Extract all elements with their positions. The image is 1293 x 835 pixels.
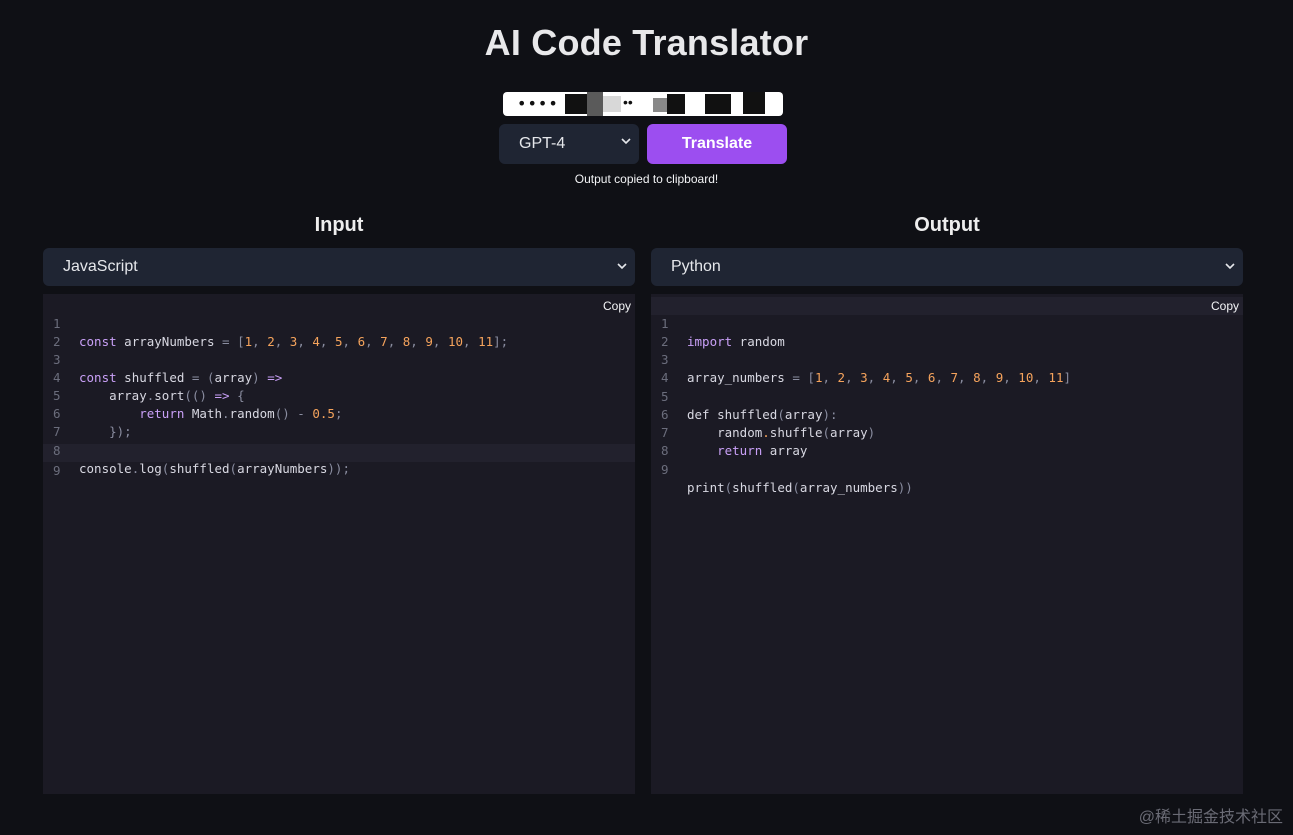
output-heading: Output (914, 214, 980, 236)
code-line: 5 def shuffled(array): (651, 370, 1243, 422)
code-line: 1 import random (651, 297, 1243, 349)
api-key-input[interactable]: •••• •• (503, 92, 783, 116)
chevron-down-icon (1225, 260, 1235, 274)
code-line: 8 console.log(shuffled(arrayNumbers)); (43, 424, 635, 476)
redaction-block (667, 94, 685, 114)
code-line: 7 return array (651, 406, 1243, 458)
output-language-value: Python (671, 258, 721, 275)
chevron-down-icon (617, 260, 627, 274)
status-message: Output copied to clipboard! (574, 172, 719, 186)
redaction-block (743, 92, 765, 114)
code-line: 9 (43, 444, 635, 478)
watermark: @稀土掘金技术社区 (1138, 809, 1283, 826)
code-line: 5 return Math.random() - 0.5; (43, 369, 635, 421)
code-line: 2 (651, 315, 1243, 349)
line-number: 9 (661, 462, 669, 477)
chevron-down-icon (621, 135, 631, 149)
redaction-block (705, 94, 731, 114)
redaction-block (587, 92, 603, 116)
code-line: 6 }); (43, 387, 635, 439)
redaction-block (603, 96, 621, 112)
output-code-editor[interactable]: Copy 1 import random 2 3 array_numbers =… (651, 294, 1243, 794)
input-language-select[interactable]: JavaScript (43, 248, 635, 286)
app-page: AI Code Translator •••• •• GPT-4 Transla… (0, 0, 1293, 835)
code-line: 3 const shuffled = (array) => (43, 333, 635, 385)
code-line: 3 array_numbers = [1, 2, 3, 4, 5, 6, 7, … (651, 333, 1243, 385)
api-key-masked-tail: •• (623, 94, 633, 110)
code-line: 6 random.shuffle(array) (651, 388, 1243, 440)
redaction-block (653, 98, 667, 112)
code-line: 2 (43, 315, 635, 349)
model-select[interactable]: GPT-4 (499, 124, 639, 164)
output-language-select[interactable]: Python (651, 248, 1243, 286)
code-line: 8 (651, 424, 1243, 458)
code-line: 4 (651, 351, 1243, 385)
code-line: 9 print(shuffled(array_numbers)) (651, 443, 1243, 495)
code-line: 1 const arrayNumbers = [1, 2, 3, 4, 5, 6… (43, 297, 635, 349)
page-title: AI Code Translator (484, 22, 809, 63)
model-select-value: GPT-4 (519, 135, 566, 152)
code-text: console.log(shuffled(arrayNumbers)); (79, 461, 350, 476)
input-code-editor[interactable]: Copy 1 const arrayNumbers = [1, 2, 3, 4,… (43, 294, 635, 794)
input-heading: Input (314, 214, 364, 236)
input-language-value: JavaScript (63, 258, 138, 275)
translate-button[interactable]: Translate (647, 124, 787, 164)
code-line: 7 (43, 405, 635, 439)
line-number: 9 (53, 463, 61, 478)
code-text: print(shuffled(array_numbers)) (687, 480, 913, 495)
api-key-masked-value: •••• (517, 94, 559, 113)
code-line: 4 array.sort(() => { (43, 351, 635, 403)
